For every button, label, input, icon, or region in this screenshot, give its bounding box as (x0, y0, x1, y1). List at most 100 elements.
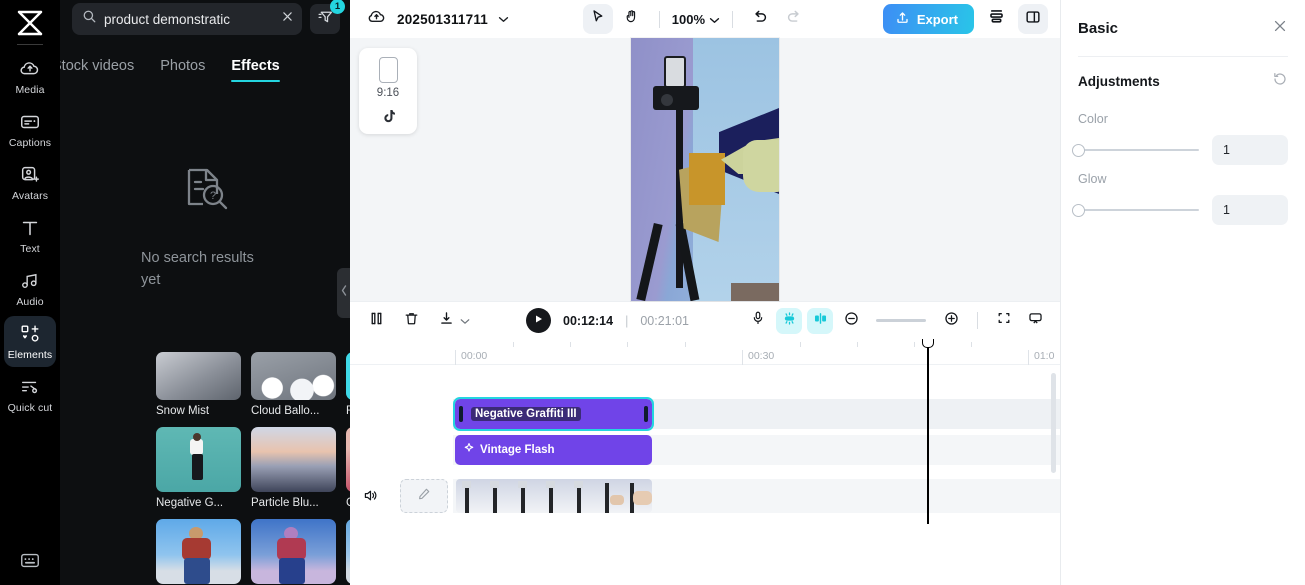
search-input[interactable]: product demonstratic (72, 3, 302, 35)
no-results-document-icon: ? (175, 160, 235, 225)
filter-button[interactable]: 1 (310, 0, 345, 34)
effect-label: Cloud Ballo... (251, 405, 320, 417)
color-value-input[interactable]: 1 (1212, 135, 1288, 165)
cloud-sync-icon[interactable] (366, 6, 387, 32)
slider-knob[interactable] (1072, 203, 1085, 217)
zoom-out-icon (843, 310, 860, 332)
pencil-icon (417, 487, 431, 506)
timeline-clip[interactable]: Vintage Flash (455, 435, 652, 465)
ruler-tick (513, 342, 514, 347)
effect-thumbnail (156, 519, 241, 584)
panel-toggle-button[interactable] (1018, 4, 1048, 34)
undo-button[interactable] (745, 4, 775, 34)
sidebar-item-captions[interactable]: Captions (4, 104, 56, 155)
chevron-down-icon[interactable] (498, 10, 509, 28)
capcut-logo-icon[interactable] (10, 6, 50, 40)
aspect-ratio-card[interactable]: 9:16 (359, 48, 417, 134)
effect-thumbnail (156, 352, 241, 400)
effect-item[interactable]: Snow Mist (156, 352, 241, 417)
select-tool-button[interactable] (582, 4, 613, 34)
tab-photos[interactable]: Photos (160, 58, 205, 82)
video-frame (512, 479, 540, 513)
trash-icon[interactable] (403, 310, 420, 332)
elements-icon (19, 323, 41, 345)
close-icon[interactable] (281, 10, 294, 28)
captions-icon (19, 111, 41, 133)
glow-slider[interactable] (1072, 203, 1199, 217)
download-button-group[interactable] (438, 310, 470, 332)
sidebar-item-media[interactable]: Media (4, 51, 56, 102)
align-split-button[interactable] (807, 307, 833, 334)
clip-edit-chip[interactable] (400, 479, 448, 513)
tool-group: 100% (519, 4, 873, 34)
sidebar-item-elements[interactable]: Elements (4, 316, 56, 367)
sidebar-item-audio[interactable]: Audio (4, 263, 56, 314)
auto-cut-button[interactable] (776, 307, 802, 334)
slider-label-glow: Glow (1078, 172, 1107, 186)
play-button[interactable] (526, 308, 552, 333)
effect-item[interactable] (156, 519, 241, 585)
glow-value-input[interactable]: 1 (1212, 195, 1288, 225)
timeline-tools-left (368, 310, 470, 332)
microphone-button[interactable] (745, 308, 771, 334)
effects-panel: product demonstratic 1 Stock videos Phot… (60, 0, 350, 585)
timeline-vertical-scrollbar[interactable] (1051, 373, 1056, 473)
panel-collapse-handle[interactable] (337, 268, 350, 318)
sidebar-item-text[interactable]: Text (4, 210, 56, 261)
playhead-knob[interactable] (921, 339, 934, 348)
effect-item[interactable] (251, 519, 336, 585)
keyboard-shortcuts-button[interactable] (0, 550, 60, 575)
tiktok-icon (381, 109, 396, 130)
play-icon (534, 312, 544, 330)
zoom-out-button[interactable] (838, 308, 864, 334)
playhead[interactable] (921, 339, 934, 524)
reset-icon[interactable] (1272, 71, 1288, 92)
clip-right-handle[interactable] (644, 406, 648, 422)
sidebar-item-quick-cut[interactable]: Quick cut (4, 369, 56, 420)
color-slider[interactable] (1072, 143, 1199, 157)
track-row-effects-2[interactable]: Vintage Flash (453, 435, 1060, 465)
tab-stock-videos[interactable]: Stock videos (60, 58, 134, 82)
speaker-icon[interactable] (362, 487, 379, 509)
slider-knob[interactable] (1072, 143, 1085, 157)
ruler-label: 01:0 (1028, 350, 1054, 365)
layout-button[interactable] (981, 4, 1011, 34)
tab-effects[interactable]: Effects (231, 58, 281, 82)
timeline-ruler[interactable]: 00:00 00:30 01:0 (350, 339, 1060, 365)
properties-panel: Basic Adjustments Color 1 Glow 1 (1060, 0, 1305, 585)
hand-tool-button[interactable] (617, 4, 647, 34)
zoom-in-button[interactable] (938, 308, 964, 334)
close-icon[interactable] (1272, 18, 1288, 39)
preview-stage: 9:16 (350, 38, 1060, 301)
hand-icon (623, 8, 640, 30)
timeline-body[interactable]: 00:00 00:30 01:0 Negative Graffiti III V… (350, 339, 1060, 585)
clip-label: Negative Graffiti III (471, 407, 581, 421)
ruler-tick (971, 342, 972, 347)
video-preview[interactable] (631, 38, 779, 301)
fit-screen-button[interactable] (991, 308, 1017, 334)
export-button[interactable]: Export (882, 4, 974, 34)
zoom-level-control[interactable]: 100% (672, 12, 720, 27)
effect-item[interactable]: Cloud Ballo... (251, 352, 336, 417)
svg-text:?: ? (210, 190, 216, 202)
effect-item[interactable]: Negative G... (156, 427, 241, 509)
topbar-actions: Export (882, 4, 1048, 34)
project-title-group[interactable]: 202501311711 (366, 6, 509, 32)
chevron-down-icon (460, 312, 470, 330)
zoom-slider[interactable] (876, 319, 926, 322)
effect-item[interactable]: Particle Blu... (251, 427, 336, 509)
track-row-effects-1[interactable]: Negative Graffiti III (453, 397, 1060, 431)
clip-left-handle[interactable] (459, 406, 463, 422)
zoom-in-icon (943, 310, 960, 332)
timeline-clip[interactable]: Negative Graffiti III (453, 397, 654, 431)
effect-thumbnail (251, 352, 336, 400)
upload-icon (895, 10, 910, 28)
sidebar-item-avatars[interactable]: Avatars (4, 157, 56, 208)
split-clip-icon[interactable] (368, 310, 385, 332)
video-thumbnail-strip[interactable] (456, 479, 652, 513)
sparkle-icon (463, 441, 475, 459)
sidebar-item-label: Avatars (11, 190, 49, 202)
redo-button[interactable] (779, 4, 809, 34)
preview-monitor-button[interactable] (1022, 308, 1048, 334)
effect-thumbnail (251, 427, 336, 492)
